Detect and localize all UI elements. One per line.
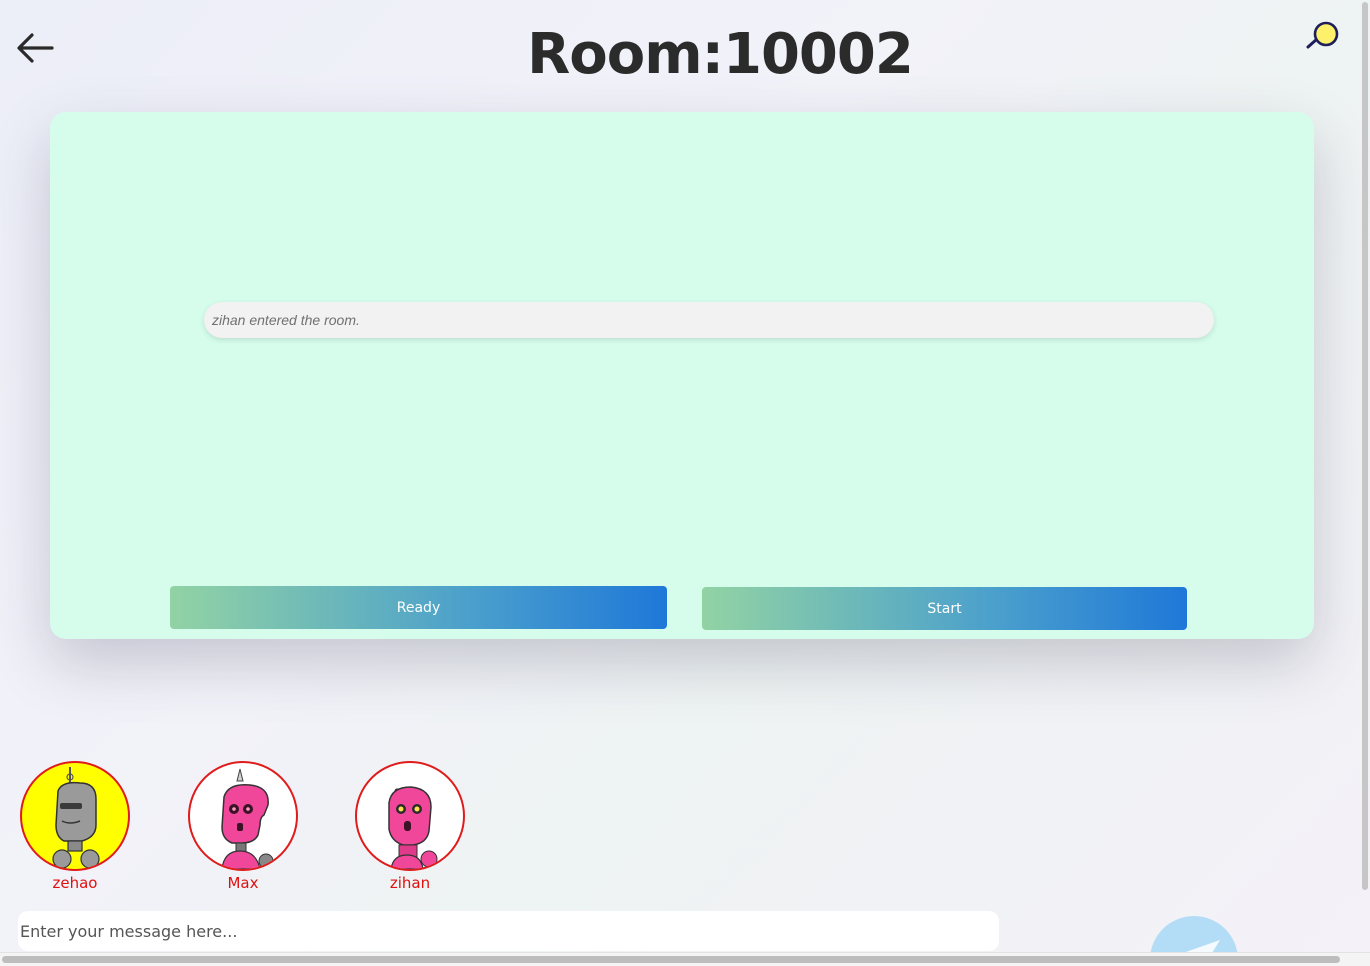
player-name: zihan	[389, 874, 431, 892]
player-name: Max	[227, 874, 259, 892]
player-name: zehao	[52, 874, 98, 892]
chat-panel: zihan entered the room. Ready Start	[50, 112, 1314, 639]
page-title: Room:10002	[527, 22, 914, 87]
player-card[interactable]: Max	[188, 761, 298, 892]
ready-button[interactable]: Ready	[170, 586, 667, 629]
player-card[interactable]: zehao	[20, 761, 130, 892]
start-button[interactable]: Start	[702, 587, 1187, 630]
pink-robot-icon	[221, 768, 274, 869]
vertical-scrollbar[interactable]	[1360, 0, 1370, 952]
message-input[interactable]	[18, 911, 999, 951]
horizontal-scroll-thumb[interactable]	[2, 956, 1340, 963]
search-button[interactable]	[1302, 20, 1344, 52]
player-card[interactable]: zihan	[355, 761, 465, 892]
avatar[interactable]	[188, 761, 298, 871]
system-message: zihan entered the room.	[204, 302, 1214, 338]
gray-robot-icon	[52, 767, 100, 869]
search-icon	[1306, 21, 1339, 49]
vertical-scroll-thumb[interactable]	[1362, 2, 1368, 890]
avatar[interactable]	[20, 761, 130, 871]
pink-robot-icon	[388, 786, 438, 869]
horizontal-scrollbar[interactable]	[0, 952, 1370, 966]
avatar[interactable]	[355, 761, 465, 871]
